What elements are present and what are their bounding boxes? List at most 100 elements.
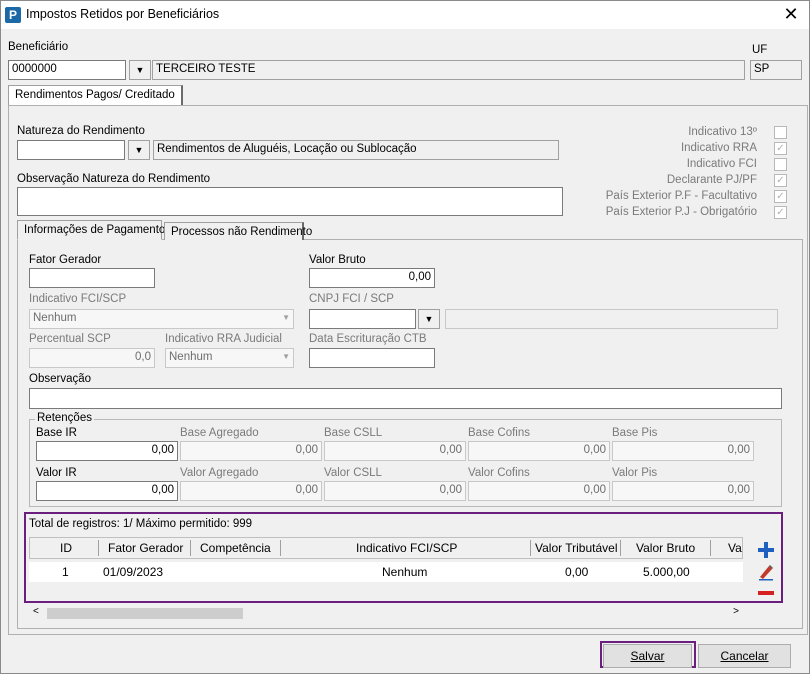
ind-fci-select[interactable]: Nenhum ▼ xyxy=(29,309,294,329)
chevron-right-icon[interactable]: > xyxy=(733,606,739,617)
fator-gerador-input[interactable] xyxy=(29,268,155,288)
ind-fci-value: Nenhum xyxy=(33,312,77,324)
indicativo-13-checkbox[interactable] xyxy=(774,126,787,139)
base-ir-label: Base IR xyxy=(36,427,77,439)
valor-bruto-label: Valor Bruto xyxy=(309,254,366,266)
horizontal-scrollbar[interactable]: < > xyxy=(31,605,743,621)
grid-header: ID Fator Gerador Competência Indicativo … xyxy=(29,537,743,559)
save-button[interactable]: Salvar xyxy=(603,644,692,668)
valor-cofins-input[interactable]: 0,00 xyxy=(468,481,610,501)
base-csll-input[interactable]: 0,00 xyxy=(324,441,466,461)
pais-exterior-pf-label: País Exterior P.F - Facultativo xyxy=(605,190,757,202)
ind-fci-label: Indicativo FCI/SCP xyxy=(29,293,127,305)
indicativo-rra-checkbox[interactable]: ✓ xyxy=(774,142,787,155)
indicativo-rra-label: Indicativo RRA xyxy=(680,142,757,154)
valor-ir-label: Valor IR xyxy=(36,467,77,479)
column-divider xyxy=(530,540,531,556)
col-competencia[interactable]: Competência xyxy=(200,541,271,555)
declarante-label: Declarante PJ/PF xyxy=(666,174,757,186)
observacao-natureza-input[interactable] xyxy=(17,187,563,216)
pais-exterior-pf-checkbox[interactable]: ✓ xyxy=(774,190,787,203)
beneficiario-code-input[interactable]: 0000000 xyxy=(8,60,126,80)
col-fator-gerador[interactable]: Fator Gerador xyxy=(108,541,183,555)
chevron-down-icon: ▼ xyxy=(282,313,290,322)
valor-agregado-label: Valor Agregado xyxy=(180,467,259,479)
valor-csll-input[interactable]: 0,00 xyxy=(324,481,466,501)
close-icon[interactable]: ✕ xyxy=(779,4,803,24)
tab-informacoes-pagamento[interactable]: Informações de Pagamento xyxy=(17,220,165,240)
chevron-down-icon: ▼ xyxy=(135,65,145,75)
pais-exterior-pj-label: País Exterior P.J - Obrigatório xyxy=(605,206,757,218)
scrollbar-thumb[interactable] xyxy=(47,608,243,619)
valor-pis-label: Valor Pis xyxy=(612,467,658,479)
base-agregado-input[interactable]: 0,00 xyxy=(180,441,322,461)
check-icon: ✓ xyxy=(776,175,785,186)
cancel-button-label: Cancelar xyxy=(720,649,769,663)
base-pis-input[interactable]: 0,00 xyxy=(612,441,754,461)
save-button-label: Salvar xyxy=(630,649,665,663)
records-summary: Total de registros: 1/ Máximo permitido:… xyxy=(29,518,253,530)
col-indicativo[interactable]: Indicativo FCI/SCP xyxy=(356,541,457,555)
rra-judicial-value: Nenhum xyxy=(169,351,213,363)
col-id[interactable]: ID xyxy=(60,541,72,555)
cnpj-label: CNPJ FCI / SCP xyxy=(309,293,394,305)
percentual-scp-input[interactable]: 0,0 xyxy=(29,348,155,368)
check-icon: ✓ xyxy=(776,143,785,154)
chevron-left-icon[interactable]: < xyxy=(33,606,39,617)
uf-field: SP xyxy=(750,60,802,80)
col-valor-tributavel[interactable]: Valor Tributável xyxy=(535,541,617,555)
valor-ir-input[interactable]: 0,00 xyxy=(36,481,178,501)
table-row[interactable]: 1 01/09/2023 Nenhum 0,00 5.000,00 xyxy=(29,562,743,582)
valor-agregado-input[interactable]: 0,00 xyxy=(180,481,322,501)
title-bar: P Impostos Retidos por Beneficiários ✕ xyxy=(1,1,809,29)
cnpj-name-field xyxy=(445,309,778,329)
base-cofins-label: Base Cofins xyxy=(468,427,531,439)
row-valor-tributavel: 0,00 xyxy=(565,565,589,579)
tab-rendimentos[interactable]: Rendimentos Pagos/ Creditado xyxy=(8,85,183,106)
uf-label: UF xyxy=(752,44,768,56)
valor-cofins-label: Valor Cofins xyxy=(468,467,530,479)
observacao-input[interactable] xyxy=(29,388,782,409)
indicativo-13-label: Indicativo 13º xyxy=(688,126,757,138)
cnpj-input[interactable] xyxy=(309,309,416,329)
cancel-button[interactable]: Cancelar xyxy=(698,644,791,668)
row-indicativo: Nenhum xyxy=(382,565,428,579)
check-icon: ✓ xyxy=(776,207,785,218)
chevron-down-icon: ▼ xyxy=(424,314,434,324)
row-fator-gerador: 01/09/2023 xyxy=(103,565,164,579)
edit-icon[interactable] xyxy=(757,563,775,581)
rra-judicial-label: Indicativo RRA Judicial xyxy=(165,333,282,345)
check-icon: ✓ xyxy=(776,191,785,202)
row-valor-bruto: 5.000,00 xyxy=(643,565,690,579)
beneficiario-dropdown-button[interactable]: ▼ xyxy=(129,60,151,80)
col-val[interactable]: Val xyxy=(728,541,742,555)
pais-exterior-pj-checkbox[interactable]: ✓ xyxy=(774,206,787,219)
base-pis-label: Base Pis xyxy=(612,427,658,439)
indicativo-fci-label: Indicativo FCI xyxy=(686,158,757,170)
row-id: 1 xyxy=(62,565,69,579)
base-ir-input[interactable]: 0,00 xyxy=(36,441,178,461)
observacao-natureza-label: Observação Natureza do Rendimento xyxy=(17,173,211,185)
tab-processos[interactable]: Processos não Rendimento xyxy=(164,222,312,240)
cnpj-dropdown-button[interactable]: ▼ xyxy=(418,309,440,329)
col-valor-bruto[interactable]: Valor Bruto xyxy=(636,541,695,555)
natureza-description-field: Rendimentos de Aluguéis, Locação ou Subl… xyxy=(153,140,559,160)
minus-icon[interactable] xyxy=(757,587,775,599)
base-cofins-input[interactable]: 0,00 xyxy=(468,441,610,461)
data-escrituracao-input[interactable] xyxy=(309,348,435,368)
declarante-checkbox[interactable]: ✓ xyxy=(774,174,787,187)
plus-icon[interactable] xyxy=(757,541,775,559)
beneficiario-label: Beneficiário xyxy=(8,41,69,53)
natureza-label: Natureza do Rendimento xyxy=(17,125,145,137)
natureza-dropdown-button[interactable]: ▼ xyxy=(128,140,150,160)
data-escrituracao-label: Data Escrituração CTB xyxy=(309,333,427,345)
percentual-scp-label: Percentual SCP xyxy=(29,333,111,345)
fator-gerador-label: Fator Gerador xyxy=(29,254,102,266)
natureza-code-input[interactable] xyxy=(17,140,125,160)
chevron-down-icon: ▼ xyxy=(134,145,144,155)
valor-bruto-input[interactable]: 0,00 xyxy=(309,268,435,288)
valor-csll-label: Valor CSLL xyxy=(324,467,382,479)
indicativo-fci-checkbox[interactable] xyxy=(774,158,787,171)
valor-pis-input[interactable]: 0,00 xyxy=(612,481,754,501)
rra-judicial-select[interactable]: Nenhum ▼ xyxy=(165,348,294,368)
